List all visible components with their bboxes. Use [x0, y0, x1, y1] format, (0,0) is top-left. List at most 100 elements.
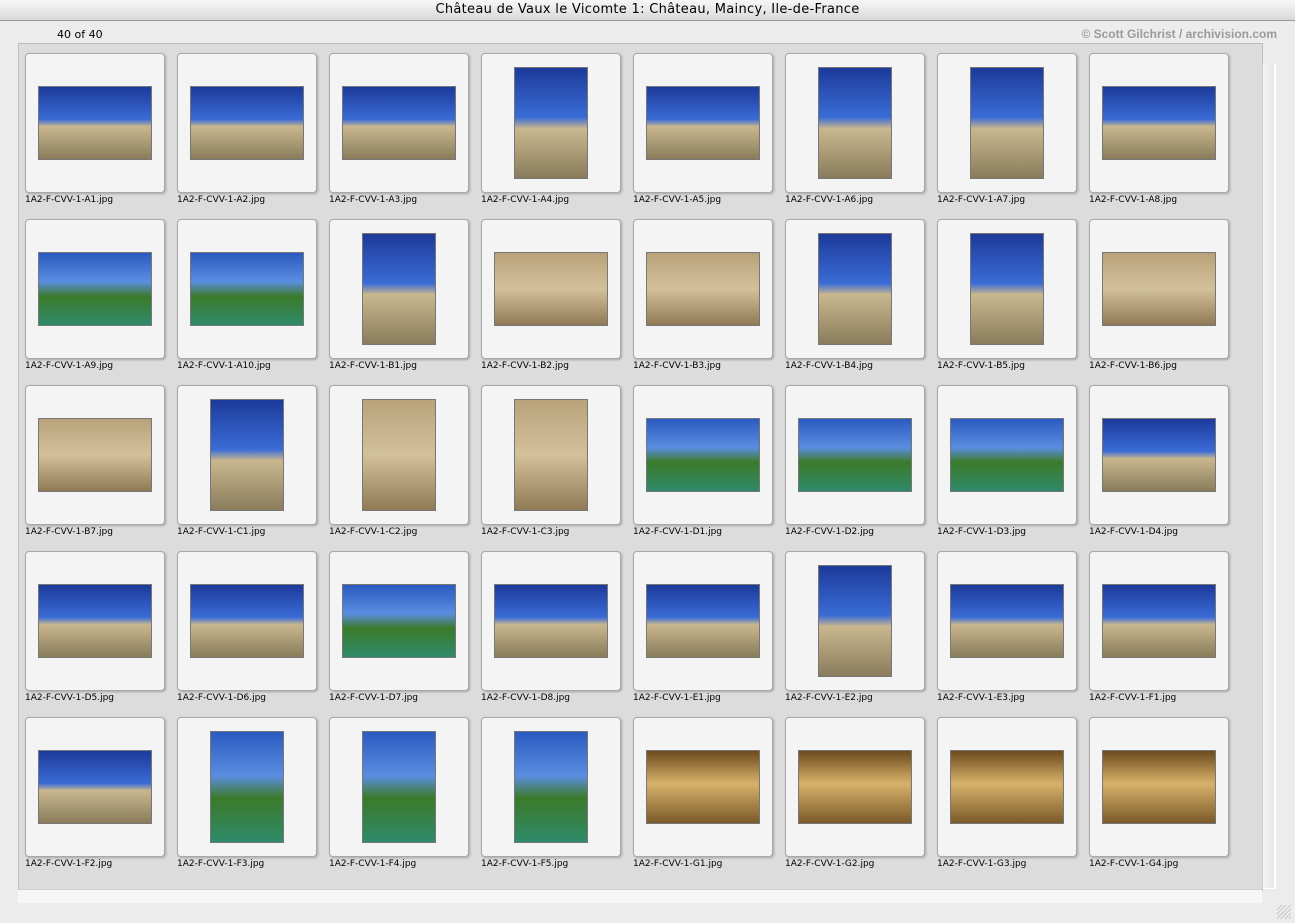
thumbnail-image[interactable] [210, 399, 284, 511]
slide-frame[interactable] [633, 219, 773, 359]
slide-frame[interactable] [329, 385, 469, 525]
thumbnail-image[interactable] [38, 584, 152, 658]
slide-frame[interactable] [329, 53, 469, 193]
vertical-scroll-thumb[interactable] [1263, 64, 1274, 888]
thumbnail-image[interactable] [38, 252, 152, 326]
thumbnail-item[interactable]: 1A2-F-CVV-1-C3.jpg [481, 385, 621, 551]
thumbnail-item[interactable]: 1A2-F-CVV-1-A7.jpg [937, 53, 1077, 219]
thumbnail-item[interactable]: 1A2-F-CVV-1-A8.jpg [1089, 53, 1229, 219]
thumbnail-item[interactable]: 1A2-F-CVV-1-B4.jpg [785, 219, 925, 385]
slide-frame[interactable] [633, 385, 773, 525]
thumbnail-item[interactable]: 1A2-F-CVV-1-D8.jpg [481, 551, 621, 717]
slide-frame[interactable] [937, 385, 1077, 525]
thumbnail-image[interactable] [514, 399, 588, 511]
slide-frame[interactable] [177, 219, 317, 359]
thumbnail-item[interactable]: 1A2-F-CVV-1-C1.jpg [177, 385, 317, 551]
slide-frame[interactable] [481, 53, 621, 193]
thumbnail-item[interactable]: 1A2-F-CVV-1-G4.jpg [1089, 717, 1229, 883]
slide-frame[interactable] [481, 219, 621, 359]
thumbnail-image[interactable] [362, 399, 436, 511]
thumbnail-item[interactable]: 1A2-F-CVV-1-B3.jpg [633, 219, 773, 385]
thumbnail-image[interactable] [818, 565, 892, 677]
thumbnail-image[interactable] [514, 67, 588, 179]
slide-frame[interactable] [25, 385, 165, 525]
slide-frame[interactable] [1089, 551, 1229, 691]
thumbnail-image[interactable] [1102, 86, 1216, 160]
thumbnail-item[interactable]: 1A2-F-CVV-1-A1.jpg [25, 53, 165, 219]
thumbnail-image[interactable] [342, 86, 456, 160]
thumbnail-item[interactable]: 1A2-F-CVV-1-F4.jpg [329, 717, 469, 883]
thumbnail-image[interactable] [950, 418, 1064, 492]
slide-frame[interactable] [937, 717, 1077, 857]
thumbnail-image[interactable] [1102, 252, 1216, 326]
thumbnail-image[interactable] [38, 86, 152, 160]
thumbnail-item[interactable]: 1A2-F-CVV-1-E2.jpg [785, 551, 925, 717]
slide-frame[interactable] [177, 551, 317, 691]
thumbnail-image[interactable] [210, 731, 284, 843]
thumbnail-item[interactable]: 1A2-F-CVV-1-A2.jpg [177, 53, 317, 219]
thumbnail-image[interactable] [1102, 584, 1216, 658]
thumbnail-item[interactable]: 1A2-F-CVV-1-G3.jpg [937, 717, 1077, 883]
slide-frame[interactable] [633, 551, 773, 691]
thumbnail-item[interactable]: 1A2-F-CVV-1-B5.jpg [937, 219, 1077, 385]
slide-frame[interactable] [1089, 219, 1229, 359]
slide-frame[interactable] [329, 219, 469, 359]
slide-frame[interactable] [1089, 717, 1229, 857]
thumbnail-item[interactable]: 1A2-F-CVV-1-A4.jpg [481, 53, 621, 219]
slide-frame[interactable] [633, 717, 773, 857]
thumbnail-item[interactable]: 1A2-F-CVV-1-B2.jpg [481, 219, 621, 385]
thumbnail-item[interactable]: 1A2-F-CVV-1-D7.jpg [329, 551, 469, 717]
slide-frame[interactable] [785, 385, 925, 525]
thumbnail-image[interactable] [818, 233, 892, 345]
thumbnail-item[interactable]: 1A2-F-CVV-1-F1.jpg [1089, 551, 1229, 717]
thumbnail-image[interactable] [950, 750, 1064, 824]
slide-frame[interactable] [25, 219, 165, 359]
thumbnail-image[interactable] [362, 731, 436, 843]
thumbnail-item[interactable]: 1A2-F-CVV-1-C2.jpg [329, 385, 469, 551]
thumbnail-image[interactable] [514, 731, 588, 843]
thumbnail-image[interactable] [494, 252, 608, 326]
thumbnail-image[interactable] [970, 67, 1044, 179]
thumbnail-image[interactable] [798, 750, 912, 824]
slide-frame[interactable] [481, 551, 621, 691]
slide-frame[interactable] [633, 53, 773, 193]
thumbnail-item[interactable]: 1A2-F-CVV-1-D2.jpg [785, 385, 925, 551]
slide-frame[interactable] [25, 551, 165, 691]
thumbnail-item[interactable]: 1A2-F-CVV-1-A5.jpg [633, 53, 773, 219]
slide-frame[interactable] [1089, 53, 1229, 193]
thumbnail-image[interactable] [970, 233, 1044, 345]
slide-frame[interactable] [481, 717, 621, 857]
thumbnail-item[interactable]: 1A2-F-CVV-1-F2.jpg [25, 717, 165, 883]
thumbnail-image[interactable] [190, 584, 304, 658]
thumbnail-image[interactable] [646, 584, 760, 658]
thumbnail-image[interactable] [38, 750, 152, 824]
slide-frame[interactable] [785, 551, 925, 691]
slide-frame[interactable] [177, 53, 317, 193]
resize-grip-icon[interactable] [1277, 905, 1291, 919]
slide-frame[interactable] [25, 53, 165, 193]
slide-frame[interactable] [329, 717, 469, 857]
thumbnail-image[interactable] [646, 750, 760, 824]
thumbnail-item[interactable]: 1A2-F-CVV-1-F5.jpg [481, 717, 621, 883]
thumbnail-item[interactable]: 1A2-F-CVV-1-B1.jpg [329, 219, 469, 385]
thumbnail-item[interactable]: 1A2-F-CVV-1-B6.jpg [1089, 219, 1229, 385]
thumbnail-image[interactable] [362, 233, 436, 345]
thumbnail-item[interactable]: 1A2-F-CVV-1-D1.jpg [633, 385, 773, 551]
thumbnail-image[interactable] [1102, 418, 1216, 492]
thumbnail-image[interactable] [494, 584, 608, 658]
thumbnail-image[interactable] [798, 418, 912, 492]
slide-frame[interactable] [785, 717, 925, 857]
thumbnail-item[interactable]: 1A2-F-CVV-1-B7.jpg [25, 385, 165, 551]
thumbnail-item[interactable]: 1A2-F-CVV-1-A9.jpg [25, 219, 165, 385]
thumbnail-item[interactable]: 1A2-F-CVV-1-A10.jpg [177, 219, 317, 385]
thumbnail-image[interactable] [1102, 750, 1216, 824]
thumbnail-item[interactable]: 1A2-F-CVV-1-D6.jpg [177, 551, 317, 717]
thumbnail-item[interactable]: 1A2-F-CVV-1-D3.jpg [937, 385, 1077, 551]
slide-frame[interactable] [177, 717, 317, 857]
thumbnail-item[interactable]: 1A2-F-CVV-1-E3.jpg [937, 551, 1077, 717]
thumbnail-item[interactable]: 1A2-F-CVV-1-A6.jpg [785, 53, 925, 219]
thumbnail-item[interactable]: 1A2-F-CVV-1-G2.jpg [785, 717, 925, 883]
slide-frame[interactable] [25, 717, 165, 857]
slide-frame[interactable] [937, 219, 1077, 359]
thumbnail-image[interactable] [342, 584, 456, 658]
